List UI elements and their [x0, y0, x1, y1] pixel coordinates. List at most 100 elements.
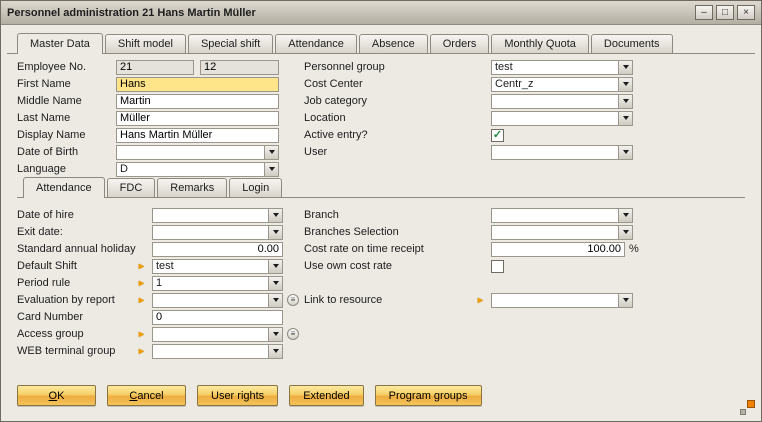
dropdown-arrow-icon[interactable] [618, 146, 632, 159]
tab-master-data[interactable]: Master Data [17, 33, 103, 54]
row-location: Location [304, 110, 654, 126]
employee-no2-input[interactable] [200, 60, 279, 75]
cancel-button[interactable]: Cancel [107, 385, 186, 406]
close-button[interactable]: × [737, 5, 755, 20]
dropdown-arrow-icon[interactable] [618, 209, 632, 222]
employee-no-input[interactable] [116, 60, 194, 75]
link-arrow-icon[interactable]: ► [137, 347, 146, 356]
date-of-birth-combo[interactable] [116, 145, 279, 160]
tab-attendance[interactable]: Attendance [275, 34, 357, 53]
tab-label: Attendance [36, 182, 92, 194]
job-category-combo[interactable] [491, 94, 633, 109]
cancel-button-label: Cancel [129, 390, 163, 402]
dropdown-arrow-icon[interactable] [264, 163, 278, 176]
display-name-input[interactable] [116, 128, 279, 143]
dropdown-arrow-icon[interactable] [618, 112, 632, 125]
tab-shift-model[interactable]: Shift model [105, 34, 186, 53]
dropdown-arrow-icon[interactable] [618, 95, 632, 108]
link-arrow-icon[interactable]: ► [476, 296, 485, 305]
tab-documents[interactable]: Documents [591, 34, 673, 53]
row-standard-annual-holiday: Standard annual holiday [17, 241, 317, 257]
branch-combo[interactable] [491, 208, 633, 223]
access-group-value [153, 328, 268, 341]
last-name-input[interactable] [116, 111, 279, 126]
link-arrow-icon[interactable]: ► [137, 279, 146, 288]
selection-list-icon[interactable]: ≡ [287, 328, 299, 340]
language-combo[interactable]: D [116, 162, 279, 177]
cost-rate-input[interactable] [491, 242, 625, 257]
dropdown-arrow-icon[interactable] [268, 345, 282, 358]
tab-monthly-quota[interactable]: Monthly Quota [491, 34, 589, 53]
tab-label: Remarks [170, 182, 214, 194]
standard-annual-holiday-input[interactable] [152, 242, 283, 257]
branches-selection-combo[interactable] [491, 225, 633, 240]
link-arrow-icon[interactable]: ► [137, 330, 146, 339]
dropdown-arrow-icon[interactable] [264, 146, 278, 159]
web-terminal-group-combo[interactable] [152, 344, 283, 359]
evaluation-by-report-combo[interactable] [152, 293, 283, 308]
close-icon: × [743, 8, 749, 18]
link-to-resource-combo[interactable] [491, 293, 633, 308]
dropdown-arrow-icon[interactable] [268, 294, 282, 307]
middle-name-input[interactable] [116, 94, 279, 109]
dropdown-arrow-icon[interactable] [268, 209, 282, 222]
cost-center-combo[interactable]: Centr_z [491, 77, 633, 92]
dropdown-arrow-icon[interactable] [268, 260, 282, 273]
dropdown-arrow-icon[interactable] [618, 78, 632, 91]
location-combo[interactable] [491, 111, 633, 126]
tab-special-shift[interactable]: Special shift [188, 34, 273, 53]
dropdown-arrow-icon[interactable] [268, 328, 282, 341]
title-bar[interactable]: Personnel administration 21 Hans Martin … [1, 1, 761, 25]
dropdown-arrow-icon[interactable] [618, 61, 632, 74]
card-number-input[interactable] [152, 310, 283, 325]
dropdown-arrow-icon[interactable] [618, 294, 632, 307]
link-to-resource-label: Link to resource [304, 294, 476, 306]
cost-rate-label: Cost rate on time receipt [304, 243, 476, 255]
middle-name-label: Middle Name [17, 95, 116, 107]
maximize-icon: □ [722, 8, 728, 18]
first-name-label: First Name [17, 78, 116, 90]
window-title: Personnel administration 21 Hans Martin … [7, 7, 256, 19]
employee-no-label: Employee No. [17, 61, 116, 73]
inner-tab-attendance[interactable]: Attendance [23, 177, 105, 198]
link-arrow-icon[interactable]: ► [137, 262, 146, 271]
ok-button[interactable]: OK [17, 385, 96, 406]
period-rule-label: Period rule [17, 277, 137, 289]
dropdown-arrow-icon[interactable] [268, 277, 282, 290]
tab-orders[interactable]: Orders [430, 34, 490, 53]
tab-absence[interactable]: Absence [359, 34, 428, 53]
branches-selection-value [492, 226, 618, 239]
user-combo[interactable] [491, 145, 633, 160]
row-cost-center: Cost Center Centr_z [304, 76, 654, 92]
selection-list-icon[interactable]: ≡ [287, 294, 299, 306]
tab-label: Master Data [30, 38, 90, 50]
link-arrow-icon[interactable]: ► [137, 296, 146, 305]
arrow-slot: ► [137, 347, 152, 356]
job-category-value [492, 95, 618, 108]
inner-tab-fdc[interactable]: FDC [107, 178, 156, 197]
extended-button[interactable]: Extended [289, 385, 363, 406]
inner-tab-remarks[interactable]: Remarks [157, 178, 227, 197]
dropdown-arrow-icon[interactable] [268, 226, 282, 239]
row-date-of-hire: Date of hire [17, 207, 317, 223]
date-of-hire-combo[interactable] [152, 208, 283, 223]
resize-grip[interactable] [739, 400, 755, 416]
dropdown-arrow-icon[interactable] [618, 226, 632, 239]
personnel-group-combo[interactable]: test [491, 60, 633, 75]
period-rule-combo[interactable]: 1 [152, 276, 283, 291]
user-rights-button[interactable]: User rights [197, 385, 278, 406]
inner-tab-login[interactable]: Login [229, 178, 282, 197]
default-shift-combo[interactable]: test [152, 259, 283, 274]
user-rights-button-label: User rights [211, 390, 264, 402]
access-group-combo[interactable] [152, 327, 283, 342]
row-cost-rate: Cost rate on time receipt % [304, 241, 664, 257]
minimize-button[interactable]: – [695, 5, 713, 20]
row-use-own-cost-rate: Use own cost rate [304, 258, 664, 274]
active-entry-checkbox[interactable]: ✓ [491, 129, 504, 142]
maximize-button[interactable]: □ [716, 5, 734, 20]
program-groups-button[interactable]: Program groups [375, 385, 482, 406]
row-language: Language D [17, 161, 287, 177]
use-own-cost-rate-checkbox[interactable] [491, 260, 504, 273]
first-name-input[interactable] [116, 77, 279, 92]
exit-date-combo[interactable] [152, 225, 283, 240]
